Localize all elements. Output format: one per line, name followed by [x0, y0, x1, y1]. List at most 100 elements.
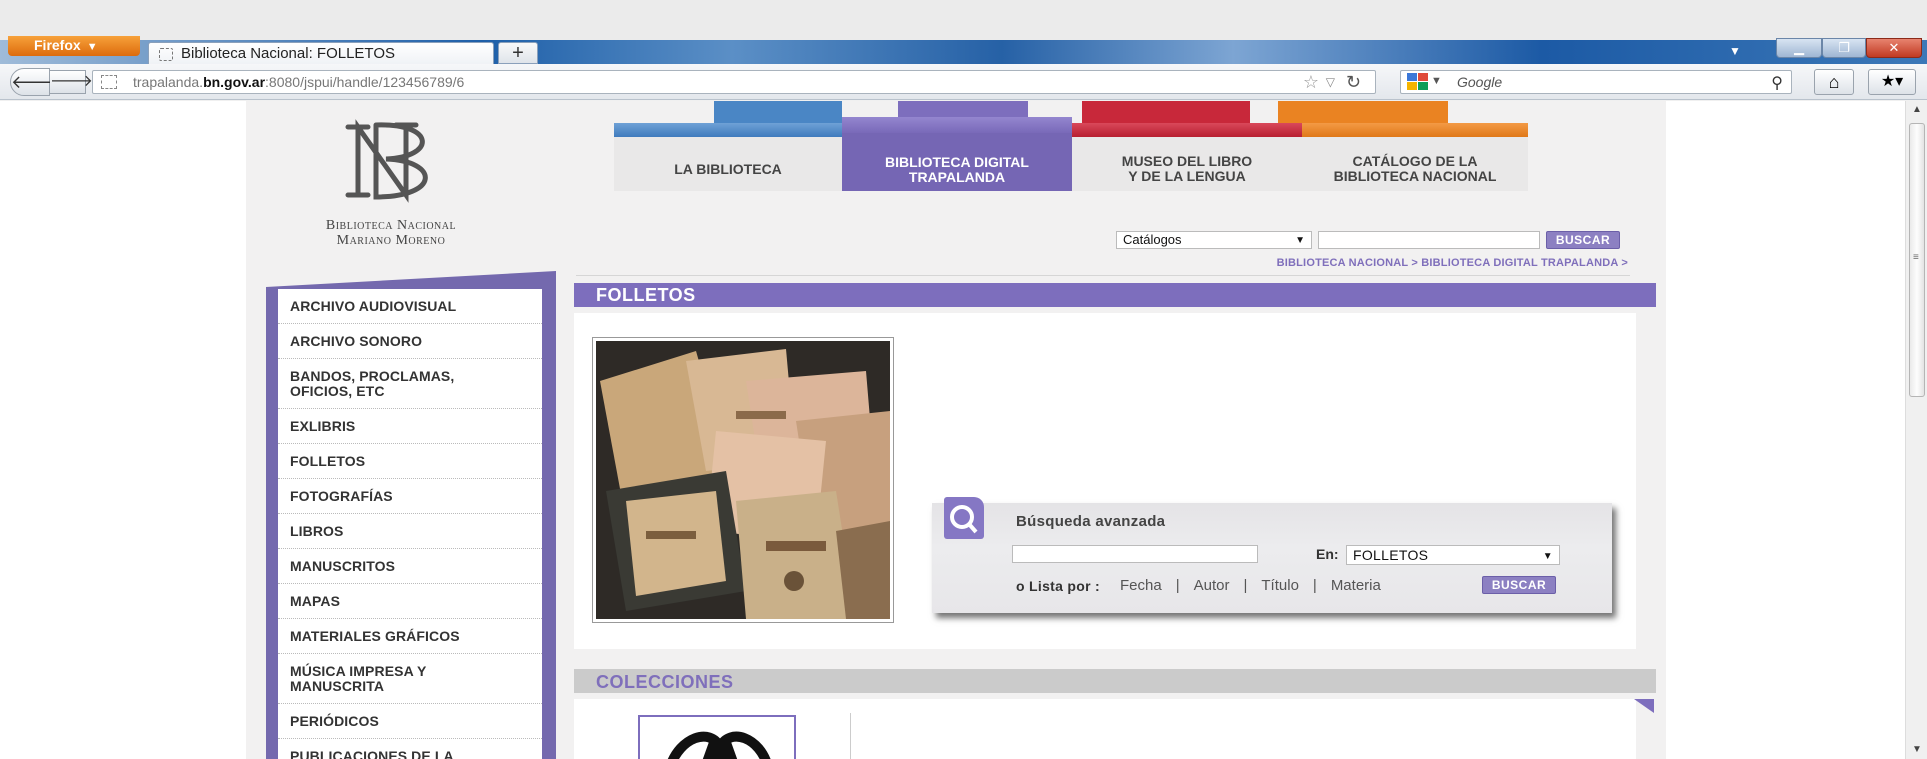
browse-by-fecha-link[interactable]: Fecha	[1120, 577, 1162, 594]
page-viewport: Biblioteca Nacional Mariano Moreno LA BI…	[0, 101, 1905, 759]
collection-thumbnail[interactable]	[638, 715, 796, 759]
separator: |	[1175, 577, 1180, 594]
nav-tab-label: LA BIBLIOTECA	[614, 137, 842, 191]
url-history-dropdown-icon[interactable]: ▽	[1326, 75, 1335, 89]
close-button[interactable]: ✕	[1866, 38, 1922, 58]
corner-marker	[1634, 699, 1654, 713]
sidebar-item-mapas[interactable]: MAPAS	[278, 584, 542, 619]
sidebar-item-folletos[interactable]: FOLLETOS	[278, 444, 542, 479]
restore-icon: ❐	[1838, 40, 1850, 55]
site-identity-icon	[101, 75, 117, 89]
chevron-down-icon: ▼	[1295, 235, 1305, 246]
sidebar-item-archivo-audiovisual[interactable]: ARCHIVO AUDIOVISUAL	[278, 289, 542, 324]
catalog-search-button[interactable]: BUSCAR	[1546, 231, 1620, 249]
browse-by-titulo-link[interactable]: Título	[1261, 577, 1299, 594]
divider	[850, 713, 851, 759]
folletos-panel: Búsqueda avanzada En: FOLLETOS ▼ o Lista …	[574, 313, 1636, 649]
arrow-left-icon: 🡐	[11, 72, 60, 92]
sidebar-item-periodicos[interactable]: PERIÓDICOS	[278, 704, 542, 739]
nav-tab-biblioteca-digital[interactable]: BIBLIOTECA DIGITAL TRAPALANDA	[842, 101, 1072, 191]
bookmarks-icon: ★▾	[1880, 73, 1904, 90]
separator: |	[1243, 577, 1248, 594]
search-scope-select[interactable]: FOLLETOS ▼	[1346, 545, 1560, 565]
navigation-toolbar: 🡐 🡒 trapalanda.bn.gov.ar:8080/jspui/hand…	[0, 64, 1927, 100]
logo-line-2: Mariano Moreno	[336, 233, 446, 248]
sidebar-notch	[266, 271, 556, 287]
nav-tab-catalogo[interactable]: CATÁLOGO DE LA BIBLIOTECA NACIONAL	[1278, 101, 1528, 191]
sidebar-item-bandos[interactable]: BANDOS, PROCLAMAS, OFICIOS, ETC	[278, 359, 542, 409]
grip-icon: ≡	[1913, 252, 1919, 263]
separator: |	[1312, 577, 1317, 594]
search-icon[interactable]: ⚲	[1771, 73, 1783, 93]
url-text: trapalanda.bn.gov.ar:8080/jspui/handle/1…	[133, 74, 465, 90]
firefox-menu-button[interactable]: Firefox ▼	[8, 36, 140, 56]
nav-tab-label: CATÁLOGO DE LA BIBLIOTECA NACIONAL	[1302, 137, 1528, 191]
page-favicon-icon	[159, 48, 173, 61]
sidebar-item-manuscritos[interactable]: MANUSCRITOS	[278, 549, 542, 584]
nav-tab-bar	[1072, 123, 1302, 137]
home-icon: ⌂	[1828, 72, 1840, 92]
nav-tab-label: MUSEO DEL LIBRO Y DE LA LENGUA	[1072, 137, 1302, 191]
nav-tab-museo[interactable]: MUSEO DEL LIBRO Y DE LA LENGUA	[1072, 101, 1302, 191]
nav-tab-accent	[1082, 101, 1250, 123]
chevron-down-icon[interactable]: ▼	[1431, 75, 1442, 87]
sidebar-item-fotografias[interactable]: FOTOGRAFÍAS	[278, 479, 542, 514]
bookmarks-button[interactable]: ★▾	[1868, 69, 1916, 95]
divider	[576, 275, 1630, 276]
advanced-search-button[interactable]: BUSCAR	[1482, 576, 1556, 594]
logo-line-1: Biblioteca Nacional	[325, 218, 457, 233]
nav-tab-bar	[614, 123, 842, 137]
sidebar-item-archivo-sonoro[interactable]: ARCHIVO SONORO	[278, 324, 542, 359]
browse-by-links: o Lista por : Fecha | Autor | Título | M…	[1016, 577, 1381, 594]
reload-icon[interactable]: ↻	[1346, 72, 1361, 93]
chevron-down-icon: ▼	[86, 41, 98, 53]
logo-monogram-icon[interactable]	[336, 115, 446, 205]
page-container: Biblioteca Nacional Mariano Moreno LA BI…	[246, 101, 1666, 759]
vertical-scrollbar[interactable]: ▲ ≡ ▼	[1905, 101, 1927, 759]
minimize-icon: ▁	[1794, 40, 1804, 55]
nav-tab-bar	[1302, 123, 1528, 137]
bookmark-star-icon[interactable]: ☆	[1303, 72, 1319, 93]
advanced-search-title: Búsqueda avanzada	[1016, 513, 1166, 530]
folletos-collection-image	[592, 337, 894, 623]
sidebar-item-publicaciones[interactable]: PUBLICACIONES DE LA	[278, 739, 542, 759]
nav-tab-accent	[1278, 101, 1448, 123]
restore-button[interactable]: ❐	[1822, 38, 1866, 58]
browse-by-label: o Lista por :	[1016, 577, 1101, 594]
back-button[interactable]: 🡐	[10, 68, 60, 96]
url-bar[interactable]: trapalanda.bn.gov.ar:8080/jspui/handle/1…	[92, 70, 1376, 94]
browser-tab[interactable]: Biblioteca Nacional: FOLLETOS	[148, 42, 494, 66]
tab-title: Biblioteca Nacional: FOLLETOS	[181, 45, 395, 62]
arrow-right-icon: 🡒	[50, 73, 93, 90]
catalog-search-input[interactable]	[1318, 231, 1540, 249]
minimize-button[interactable]: ▁	[1776, 38, 1822, 58]
home-button[interactable]: ⌂	[1814, 69, 1854, 95]
search-scope-label: En:	[1316, 546, 1339, 562]
nav-tab-la-biblioteca[interactable]: LA BIBLIOTECA	[614, 101, 842, 191]
sidebar-item-libros[interactable]: LIBROS	[278, 514, 542, 549]
search-bar[interactable]: ▼ Google ⚲	[1400, 70, 1792, 94]
sidebar-item-materiales-graficos[interactable]: MATERIALES GRÁFICOS	[278, 619, 542, 654]
logo-text[interactable]: Biblioteca Nacional Mariano Moreno	[266, 218, 516, 248]
advanced-search-input[interactable]	[1012, 545, 1258, 563]
scroll-down-icon[interactable]: ▼	[1906, 741, 1927, 759]
forward-button[interactable]: 🡒	[50, 70, 93, 94]
close-icon: ✕	[1888, 40, 1900, 55]
new-tab-button[interactable]: +	[498, 42, 538, 64]
sidebar-item-exlibris[interactable]: EXLIBRIS	[278, 409, 542, 444]
browse-by-autor-link[interactable]: Autor	[1194, 577, 1230, 594]
catalog-select[interactable]: Catálogos ▼	[1116, 231, 1312, 249]
scrollbar-thumb[interactable]: ≡	[1909, 123, 1925, 397]
sidebar-collections-list: ARCHIVO AUDIOVISUAL ARCHIVO SONORO BANDO…	[278, 289, 542, 759]
breadcrumb[interactable]: BIBLIOTECA NACIONAL > BIBLIOTECA DIGITAL…	[1126, 257, 1628, 269]
list-all-tabs-icon[interactable]: ▼	[1729, 44, 1741, 58]
advanced-search-box: Búsqueda avanzada En: FOLLETOS ▼ o Lista …	[932, 497, 1612, 613]
colecciones-panel	[574, 699, 1636, 759]
firefox-menu-label: Firefox	[34, 37, 81, 53]
sidebar-item-musica[interactable]: MÚSICA IMPRESA Y MANUSCRITA	[278, 654, 542, 704]
section-title-folletos: FOLLETOS	[574, 283, 1656, 307]
scroll-up-icon[interactable]: ▲	[1906, 101, 1927, 119]
nav-tab-label: BIBLIOTECA DIGITAL TRAPALANDA	[842, 133, 1072, 191]
browse-by-materia-link[interactable]: Materia	[1331, 577, 1381, 594]
section-title-colecciones: COLECCIONES	[574, 669, 1656, 693]
